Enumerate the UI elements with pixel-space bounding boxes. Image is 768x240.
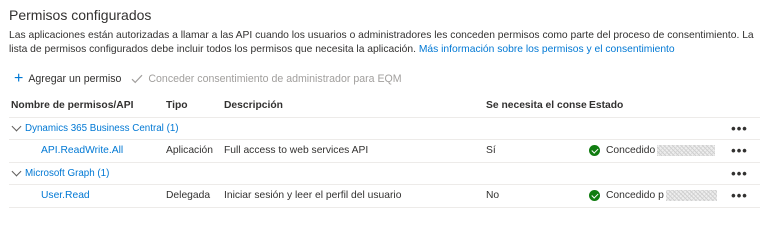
grant-consent-label: Conceder consentimiento de administrador… <box>148 73 402 85</box>
permission-type: Delegada <box>164 184 222 208</box>
permissions-table: Nombre de permisos/API Tipo Descripción … <box>9 94 760 208</box>
column-header-type[interactable]: Tipo <box>164 94 222 118</box>
check-icon <box>131 74 143 84</box>
api-group-row: Microsoft Graph (1) ••• <box>9 162 760 185</box>
api-group-row: Dynamics 365 Business Central (1) ••• <box>9 117 760 140</box>
column-header-description[interactable]: Descripción <box>222 94 484 118</box>
add-permission-label: Agregar un permiso <box>28 73 122 85</box>
status-text: Concedido p <box>606 190 664 201</box>
status-text: Concedido <box>606 145 656 156</box>
learn-more-link[interactable]: Más información sobre los permisos y el … <box>419 44 675 55</box>
permission-description: Iniciar sesión y leer el perfil del usua… <box>222 184 484 208</box>
success-check-icon <box>589 145 600 156</box>
table-header-row: Nombre de permisos/API Tipo Descripción … <box>9 94 760 118</box>
table-row: User.Read Delegada Iniciar sesión y leer… <box>9 184 760 208</box>
admin-consent-required: No <box>484 184 587 208</box>
chevron-down-icon <box>11 121 22 131</box>
more-options-button[interactable]: ••• <box>717 162 760 185</box>
permission-link[interactable]: User.Read <box>11 190 90 201</box>
redacted-text <box>657 145 716 156</box>
more-options-button[interactable]: ••• <box>717 184 760 208</box>
status-cell: Concedido p <box>589 190 717 201</box>
admin-consent-required: Sí <box>484 139 587 163</box>
section-description: Las aplicaciones están autorizadas a lla… <box>9 29 754 56</box>
success-check-icon <box>589 190 600 201</box>
grant-consent-button[interactable]: Conceder consentimiento de administrador… <box>131 73 402 85</box>
api-group-toggle[interactable]: Microsoft Graph (1) <box>11 166 717 179</box>
permission-type: Aplicación <box>164 139 222 163</box>
column-header-actions <box>717 94 760 118</box>
status-cell: Concedido <box>589 145 717 156</box>
permission-link[interactable]: API.ReadWrite.All <box>11 145 123 156</box>
redacted-text <box>665 190 717 201</box>
api-group-toggle[interactable]: Dynamics 365 Business Central (1) <box>11 121 717 134</box>
api-group-name: Microsoft Graph (1) <box>25 167 110 179</box>
api-group-name: Dynamics 365 Business Central (1) <box>25 122 179 134</box>
toolbar: + Agregar un permiso Conceder consentimi… <box>14 71 402 87</box>
page-title: Permisos configurados <box>9 7 152 23</box>
column-header-name[interactable]: Nombre de permisos/API <box>9 94 164 118</box>
more-options-button[interactable]: ••• <box>717 139 760 163</box>
chevron-down-icon <box>11 166 22 176</box>
column-header-status[interactable]: Estado <box>587 94 717 118</box>
table-row: API.ReadWrite.All Aplicación Full access… <box>9 139 760 163</box>
permission-description: Full access to web services API <box>222 139 484 163</box>
more-options-button[interactable]: ••• <box>717 117 760 140</box>
column-header-consent[interactable]: Se necesita el conse... <box>484 94 587 118</box>
add-permission-button[interactable]: + Agregar un permiso <box>14 70 122 87</box>
plus-icon: + <box>14 70 24 87</box>
